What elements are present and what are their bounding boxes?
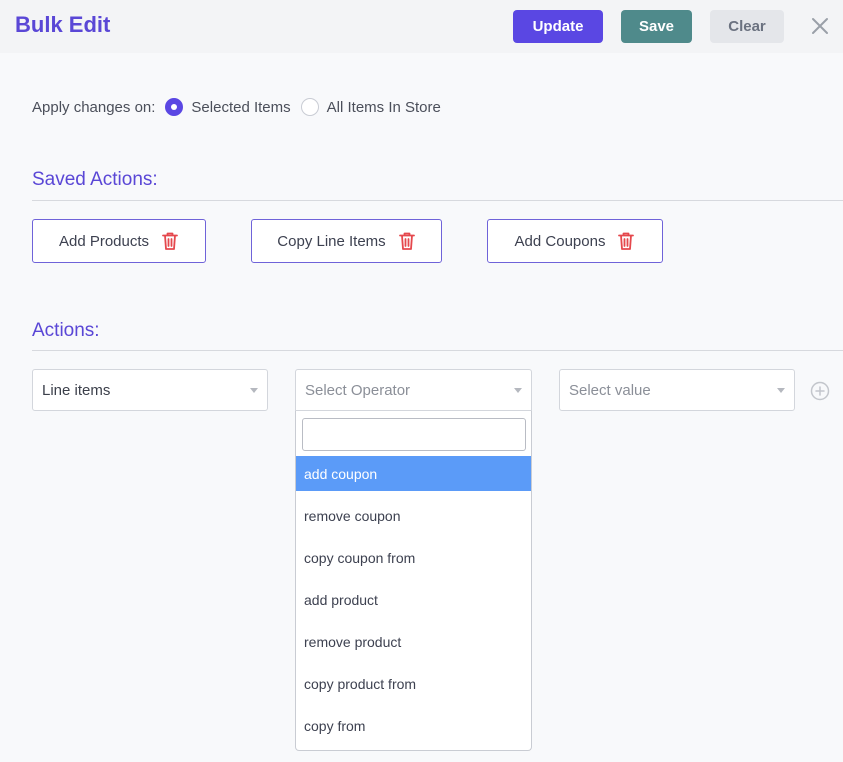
apply-changes-row: Apply changes on: Selected Items All Ite… (32, 96, 451, 118)
dropdown-option-remove-product[interactable]: remove product (296, 624, 531, 659)
dropdown-option-remove-coupon[interactable]: remove coupon (296, 498, 531, 533)
chevron-down-icon (250, 388, 258, 393)
saved-action-label: Add Products (58, 232, 150, 250)
saved-action-label: Add Coupons (514, 232, 606, 250)
dropdown-option-add-coupon[interactable]: add coupon (296, 456, 531, 491)
dropdown-option-copy-from[interactable]: copy from (296, 708, 531, 743)
dropdown-option-add-product[interactable]: add product (296, 582, 531, 617)
actions-title: Actions: (32, 320, 100, 341)
operator-search-input[interactable] (302, 418, 526, 451)
saved-actions-title: Saved Actions: (32, 169, 158, 190)
dropdown-option-copy-coupon-from[interactable]: copy coupon from (296, 540, 531, 575)
field-select-value: Line items (42, 381, 111, 399)
actions-divider (32, 350, 843, 351)
plus-circle-icon[interactable] (810, 381, 830, 401)
page-title: Bulk Edit (15, 12, 111, 37)
radio-selected-items-label[interactable]: Selected Items (191, 99, 290, 116)
clear-button[interactable]: Clear (710, 10, 784, 43)
trash-icon[interactable] (617, 231, 635, 251)
chevron-down-icon (777, 388, 785, 393)
saved-action-add-coupons[interactable]: Add Coupons (487, 219, 663, 263)
header-bar: Bulk Edit Update Save Clear (0, 0, 843, 53)
saved-action-copy-line-items[interactable]: Copy Line Items (251, 219, 442, 263)
operator-select[interactable]: Select Operator (295, 369, 532, 411)
field-select[interactable]: Line items (32, 369, 268, 411)
radio-all-items-label[interactable]: All Items In Store (327, 99, 441, 116)
value-select-placeholder: Select value (569, 381, 651, 399)
update-button[interactable]: Update (513, 10, 603, 43)
trash-icon[interactable] (161, 231, 179, 251)
trash-icon[interactable] (398, 231, 416, 251)
saved-action-label: Copy Line Items (277, 232, 386, 250)
value-select[interactable]: Select value (559, 369, 795, 411)
radio-selected-items[interactable] (165, 98, 184, 116)
apply-changes-label: Apply changes on: (32, 98, 156, 116)
dropdown-option-copy-product-from[interactable]: copy product from (296, 666, 531, 701)
save-button[interactable]: Save (621, 10, 692, 43)
radio-all-items-in-store[interactable] (300, 98, 319, 116)
saved-actions-divider (32, 200, 843, 201)
operator-dropdown: add coupon remove coupon copy coupon fro… (295, 411, 532, 751)
operator-select-placeholder: Select Operator (305, 381, 411, 399)
close-icon[interactable] (810, 15, 830, 37)
saved-action-add-products[interactable]: Add Products (32, 219, 206, 263)
chevron-down-icon (514, 388, 522, 393)
